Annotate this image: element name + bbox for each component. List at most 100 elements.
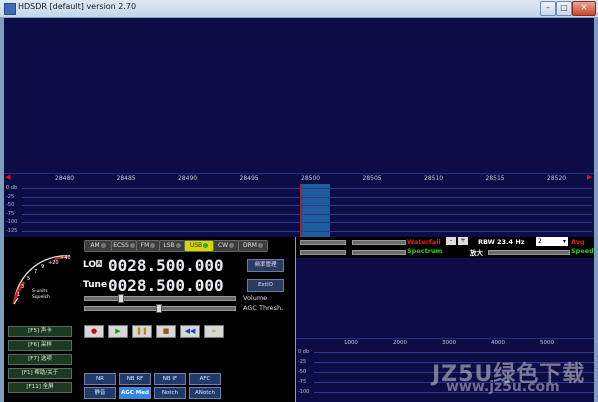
mode-indicator-icon [257, 243, 263, 248]
rewind-button[interactable]: ◀◀ [180, 325, 200, 338]
db-tick: -125 [6, 227, 18, 234]
watermark-url: www.jz5u.com [446, 379, 560, 395]
mode-button-fm[interactable]: FM [136, 240, 160, 252]
mode-indicator-icon [129, 243, 135, 248]
loop-button[interactable]: ∞ [204, 325, 224, 338]
db-tick: -50 [6, 202, 15, 208]
loop-icon: ∞ [211, 327, 217, 335]
agc-threshold-thumb[interactable] [156, 304, 162, 313]
grid-line [22, 222, 592, 223]
avg-select[interactable]: 2 ▾ [536, 237, 568, 246]
waterfall-slider-1[interactable] [300, 240, 346, 245]
db-tick: -25 [6, 193, 15, 200]
mode-button-usb[interactable]: USB [184, 240, 214, 252]
audio-db-tick: -100 [298, 389, 310, 395]
mode-button-cw[interactable]: CW [213, 240, 239, 252]
tune-marker[interactable] [300, 184, 302, 237]
mode-button-lsb[interactable]: LSB [159, 240, 185, 252]
maximize-button[interactable]: □ [556, 1, 572, 16]
mode-label: CW [217, 242, 229, 249]
dsp-button-row2[interactable]: AGC Med [119, 387, 151, 399]
mode-button-drm[interactable]: DRM [238, 240, 268, 252]
lo-frequency[interactable]: 0028.500.000 [108, 256, 224, 275]
function-button[interactable]: [F5] 声卡 [8, 326, 72, 337]
audio-db-tick: -50 [298, 369, 307, 375]
spin-minus-button[interactable]: - [446, 237, 456, 245]
lo-sub-label[interactable]: A [96, 260, 103, 267]
mode-indicator-icon [175, 243, 181, 248]
mode-indicator-icon [150, 243, 156, 248]
tune-frequency[interactable]: 0028.500.000 [108, 276, 224, 295]
dsp-button-nb-rf[interactable]: NB RF [119, 373, 151, 385]
window-title: HDSDR [default] version 2.70 [18, 2, 137, 11]
play-icon: ▶ [115, 327, 121, 335]
squelch-label: Squelch [32, 294, 50, 300]
dsp-button-afc[interactable]: AFC [189, 373, 221, 385]
freq-tick: 28520 [547, 175, 567, 182]
grid-line [22, 205, 592, 206]
dsp-button-row2[interactable]: ANotch [189, 387, 221, 399]
grid-line [22, 188, 592, 189]
stop-icon: ■ [162, 327, 170, 335]
audio-db-tick: 0 db [298, 349, 310, 355]
spectrum-slider-1[interactable] [300, 250, 346, 255]
close-button[interactable]: ✕ [572, 1, 596, 16]
pause-button[interactable]: ❚❚ [132, 325, 152, 338]
mode-button-ecss[interactable]: ECSS [111, 240, 137, 252]
s-scale-3: 3 [21, 284, 24, 290]
spectrum-display[interactable] [4, 184, 594, 237]
waterfall-display[interactable] [4, 18, 594, 173]
volume-slider[interactable] [84, 296, 236, 301]
avg-select-value: 2 [538, 238, 542, 245]
scroll-right-icon[interactable]: ▶ [587, 173, 592, 181]
record-button[interactable]: ● [84, 325, 104, 338]
audio-freq-tick: 4000 [491, 340, 505, 346]
play-button[interactable]: ▶ [108, 325, 128, 338]
dsp-button-nb-if[interactable]: NB IF [154, 373, 186, 385]
waterfall-slider-2[interactable] [352, 240, 406, 245]
freq-tick: 28495 [239, 175, 259, 182]
dsp-button-row2[interactable]: 静音 [84, 387, 116, 399]
passband-highlight [302, 184, 330, 237]
db-tick: -100 [6, 219, 18, 225]
rewind-icon: ◀◀ [184, 327, 196, 335]
s-scale-plus20: +20 [48, 260, 59, 266]
function-button[interactable]: [F7] 选项 [8, 354, 72, 365]
scroll-left-icon[interactable]: ◀ [5, 173, 10, 181]
mode-label: DRM [243, 242, 257, 249]
mode-button-am[interactable]: AM [84, 240, 112, 252]
grid-line [22, 196, 592, 198]
freq-tick: 28500 [301, 175, 321, 182]
function-button[interactable]: [F1] 帮助/关于 [8, 368, 72, 379]
frequency-manager-button[interactable]: 频率管理 [247, 259, 284, 272]
function-button[interactable]: [F6] 采样 [8, 340, 72, 351]
s-scale-1: 1 [17, 292, 20, 298]
spectrum-slider-2[interactable] [352, 250, 406, 255]
audio-db-tick: -25 [298, 359, 307, 365]
zoom-label: 放大 [470, 249, 483, 257]
minimize-button[interactable]: – [540, 1, 556, 16]
spectrum-label: Spectrum [407, 247, 443, 255]
pause-icon: ❚❚ [136, 327, 148, 335]
audio-freq-tick: 1000 [344, 340, 358, 346]
grid-line [22, 230, 592, 232]
mode-indicator-icon [203, 243, 209, 248]
volume-thumb[interactable] [118, 294, 124, 303]
mode-indicator-icon [229, 243, 235, 248]
freq-tick: 28510 [424, 175, 444, 182]
function-button[interactable]: [F11] 全屏 [8, 382, 72, 393]
agc-threshold-label: AGC Thresh. [243, 304, 284, 312]
s-meter: 1 3 5 7 9 +20 +40 S-units Squelch [8, 246, 80, 308]
stop-button[interactable]: ■ [156, 325, 176, 338]
dsp-button-row2[interactable]: Notch [154, 387, 186, 399]
s-scale-9: 9 [41, 264, 44, 270]
audio-waterfall[interactable] [296, 258, 594, 338]
dsp-button-nr[interactable]: NR [84, 373, 116, 385]
extio-button[interactable]: ExtIO [247, 279, 284, 292]
freq-tick: 28480 [55, 175, 75, 182]
s-scale-5: 5 [27, 276, 30, 282]
spin-plus-button[interactable]: + [458, 237, 468, 245]
audio-freq-tick: 3000 [442, 340, 456, 346]
speed-slider[interactable] [488, 250, 570, 255]
audio-db-tick: -75 [298, 379, 307, 385]
